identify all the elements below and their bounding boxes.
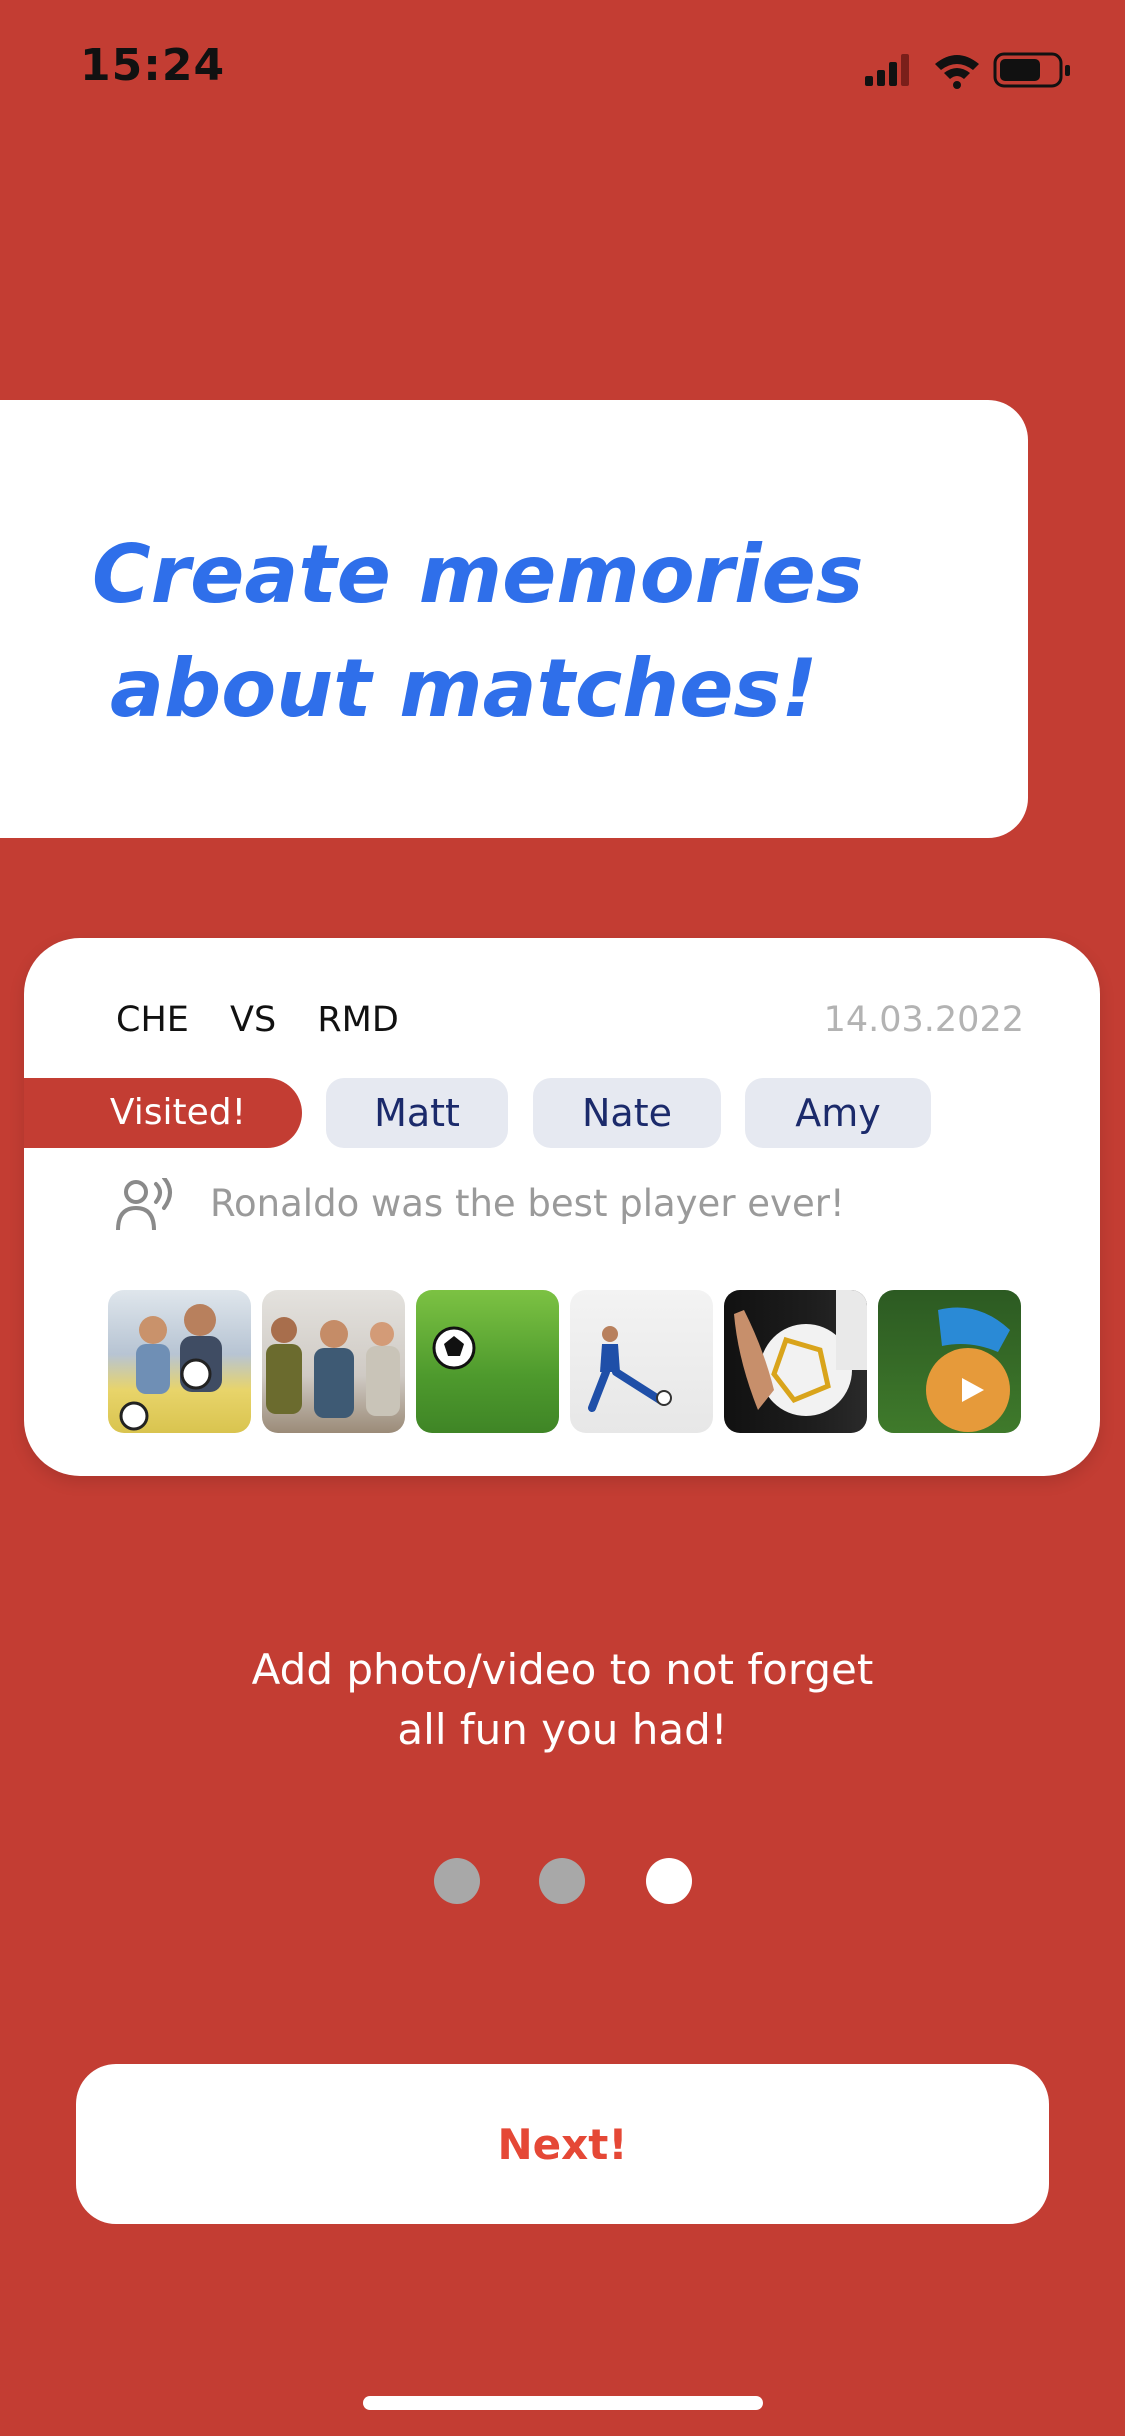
team-home: CHE [116,1000,189,1040]
friend-chip-matt[interactable]: Matt [326,1078,508,1148]
photo-thumbnail-3[interactable] [416,1290,559,1433]
friend-chip-amy[interactable]: Amy [745,1078,931,1148]
team-away: RMD [317,1000,399,1040]
friends-watching-photo [266,1317,400,1418]
ball-on-grass-photo [432,1326,476,1370]
page-dot-3-active[interactable] [646,1858,692,1904]
fans-on-couch-photo [119,1304,222,1431]
next-button[interactable]: Next! [76,2064,1049,2224]
headline-line-1: Create memories [92,528,864,621]
friend-chip-nate[interactable]: Nate [533,1078,721,1148]
photo-thumbnail-6[interactable] [878,1290,1021,1433]
page-dot-2[interactable] [539,1858,585,1904]
visited-badge: Visited! [24,1078,302,1148]
photo-thumbnail-5[interactable] [724,1290,867,1433]
voice-comment-icon [116,1178,172,1231]
versus-label: VS [230,1000,277,1040]
headline-line-2: about matches! [110,642,818,735]
caption-line-1: Add photo/video to not forget [251,1645,874,1694]
battery-icon [993,52,1070,88]
caption-line-2: all fun you had! [397,1705,728,1754]
photo-thumbnail-1[interactable] [108,1290,251,1433]
status-icons [865,52,1070,89]
cellular-signal-icon [865,54,909,86]
status-time: 15:24 [80,40,226,91]
photo-thumbnail-4[interactable] [570,1290,713,1433]
match-comment: Ronaldo was the best player ever! [210,1182,845,1225]
match-date: 14.03.2022 [823,1000,1024,1040]
headline-card: Create memories about matches! [0,400,1028,838]
boot-on-ball-video [926,1307,1010,1432]
page-dot-1[interactable] [434,1858,480,1904]
match-memory-card[interactable]: CHE VS RMD 14.03.2022 Visited! Matt Nate… [24,938,1100,1476]
wifi-icon [935,55,979,89]
photo-thumbnail-2[interactable] [262,1290,405,1433]
match-teams: CHE VS RMD [116,1000,423,1040]
player-kicking-photo [588,1326,672,1412]
home-indicator[interactable] [363,2396,763,2410]
headline-title: Create memories about matches! [92,518,863,746]
hands-holding-ball-photo [734,1290,867,1416]
onboarding-caption: Add photo/video to not forget all fun yo… [0,1640,1125,1760]
